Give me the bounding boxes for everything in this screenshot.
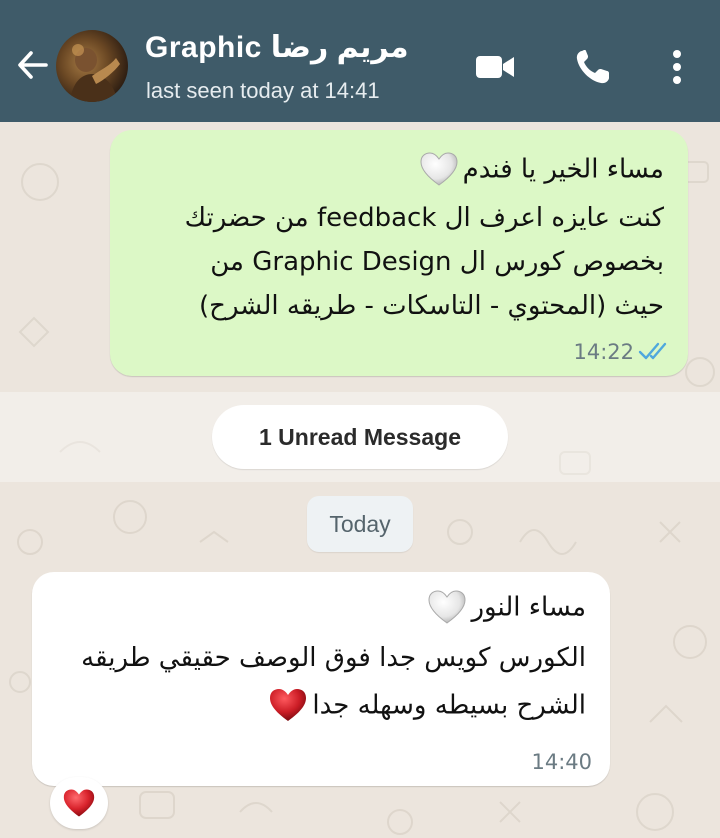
message-line: الكورس كويس جدا فوق الوصف حقيقي طريقه (81, 643, 586, 673)
chat-header: Graphic مريم رضا last seen today at 14:4… (0, 0, 720, 122)
message-time: 14:40 (531, 750, 592, 774)
unread-message-label: 1 Unread Message (212, 405, 508, 469)
chat-area[interactable]: مساء الخير يا فندم كنت عايزه اعرف ال fee… (0, 122, 720, 838)
last-seen-status: last seen today at 14:41 (146, 78, 380, 103)
incoming-message-bubble[interactable]: مساء النور الكورس كويس جدا فوق الوصف حقي… (32, 572, 610, 786)
message-line: حيث (المحتوي - التاسكات - طريقه الشرح) (199, 291, 664, 321)
message-line: مساء الخير يا فندم (415, 150, 664, 190)
white-heart-icon (427, 588, 467, 628)
message-line: بخصوص كورس ال Graphic Design من (210, 247, 664, 277)
white-heart-icon (419, 150, 459, 190)
red-heart-icon (268, 686, 308, 726)
message-time: 14:22 (573, 340, 634, 364)
contact-avatar[interactable] (56, 30, 128, 102)
double-blue-tick-icon (638, 340, 672, 362)
reaction-heart-icon[interactable] (50, 777, 108, 829)
back-arrow-icon[interactable] (12, 44, 54, 86)
more-options-icon[interactable] (654, 44, 700, 90)
video-call-icon[interactable] (472, 44, 518, 90)
message-line: مساء النور (423, 588, 586, 628)
message-line: كنت عايزه اعرف ال feedback من حضرتك (184, 203, 664, 233)
outgoing-message-bubble[interactable]: مساء الخير يا فندم كنت عايزه اعرف ال fee… (110, 130, 688, 376)
contact-name[interactable]: Graphic مريم رضا (145, 30, 409, 65)
date-chip: Today (307, 496, 413, 552)
message-line: الشرح بسيطه وسهله جدا (264, 686, 586, 726)
voice-call-icon[interactable] (570, 44, 616, 90)
